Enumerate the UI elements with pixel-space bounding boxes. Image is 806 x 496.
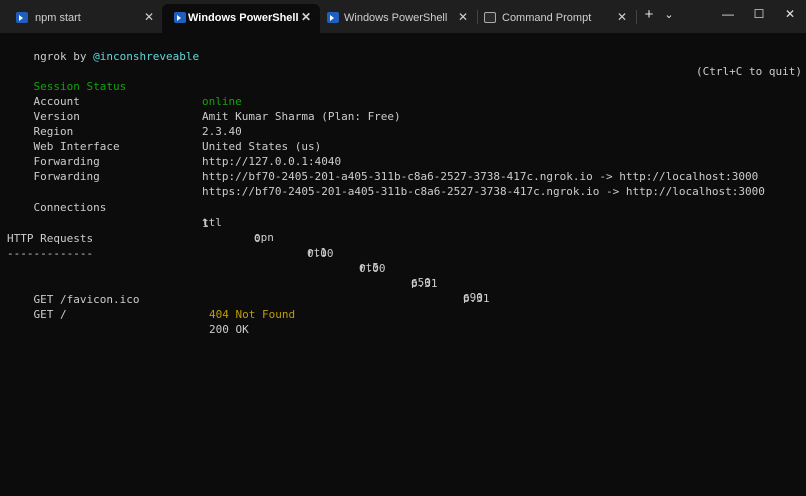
request-row: GET / 200 OK	[7, 292, 249, 336]
connections-value: 6.31	[463, 292, 490, 305]
chevron-down-icon[interactable]: ⌄	[660, 6, 678, 24]
field-value: http://bf70-2405-201-a405-311b-c8a6-2527…	[202, 170, 759, 183]
connections-value: 1	[202, 217, 209, 230]
tab-label: Windows PowerShell	[344, 12, 448, 24]
connections-value: 0.00	[307, 247, 334, 260]
tab-npm-start[interactable]: npm start ✕	[4, 4, 160, 33]
minimize-button[interactable]: —	[714, 4, 742, 24]
request-row: GET /favicon.ico 404 Not Found	[7, 277, 296, 321]
field-row: Session Status online	[7, 64, 242, 108]
http-requests-title: HTTP Requests	[7, 232, 94, 245]
terminal-output[interactable]: ngrok by @inconshreveable (Ctrl+C to qui…	[7, 33, 802, 493]
close-icon[interactable]: ✕	[456, 10, 470, 24]
connections-value: 6.31	[411, 277, 438, 290]
powershell-icon	[16, 12, 28, 23]
quit-hint: (Ctrl+C to quit)	[696, 65, 802, 78]
field-label: Forwarding	[33, 170, 100, 183]
field-row: Web Interface http://127.0.0.1:4040	[7, 124, 342, 168]
field-row: Account Amit Kumar Sharma (Plan: Free)	[7, 79, 401, 123]
close-icon[interactable]: ✕	[615, 10, 629, 24]
connections-values-row: 1 0 0.00 0.00 6.31 6.31	[7, 201, 607, 305]
tab-windows-powershell[interactable]: Windows PowerShell ✕	[322, 4, 476, 33]
field-value: online	[202, 95, 242, 108]
tab-label: Command Prompt	[502, 12, 592, 24]
tab-windows-powershell-active[interactable]: Windows PowerShell ✕	[162, 4, 320, 33]
tab-divider	[636, 10, 637, 24]
field-value: Amit Kumar Sharma (Plan: Free)	[202, 110, 401, 123]
field-value: http://127.0.0.1:4040	[202, 155, 342, 168]
field-row: Version 2.3.40	[7, 94, 242, 138]
ngrok-header: ngrok by @inconshreveable (Ctrl+C to qui…	[7, 34, 803, 78]
http-requests-rule: -------------	[7, 247, 94, 260]
field-row: Forwarding https://bf70-2405-201-a405-31…	[7, 154, 765, 198]
request-status: 200 OK	[209, 323, 249, 336]
close-icon[interactable]: ✕	[299, 10, 313, 24]
connections-header-row: Connections ttl opn rt1 rt5 p50 p90	[7, 185, 607, 304]
powershell-icon	[174, 12, 186, 23]
connections-value: 0.00	[359, 262, 386, 275]
field-row: Forwarding http://bf70-2405-201-a405-311…	[7, 139, 759, 183]
window-close-button[interactable]: ✕	[776, 4, 804, 24]
new-tab-button[interactable]: +	[640, 6, 658, 24]
field-value: United States (us)	[202, 140, 322, 153]
header-handle: @inconshreveable	[93, 50, 200, 63]
header-prefix: ngrok by	[33, 50, 94, 63]
connections-value: 0	[254, 232, 261, 245]
maximize-button[interactable]: ☐	[745, 4, 773, 24]
command-prompt-icon	[484, 12, 496, 23]
request-path: GET /	[33, 308, 67, 321]
field-value: 2.3.40	[202, 125, 242, 138]
tab-label: Windows PowerShell	[188, 12, 299, 24]
title-bar: npm start ✕ Windows PowerShell ✕ Windows…	[0, 0, 806, 33]
tab-divider	[477, 10, 478, 24]
field-row: Region United States (us)	[7, 109, 322, 153]
close-icon[interactable]: ✕	[142, 10, 156, 24]
tab-label: npm start	[35, 12, 81, 24]
powershell-icon	[327, 12, 339, 23]
request-status: 404 Not Found	[209, 308, 296, 321]
tab-command-prompt[interactable]: Command Prompt ✕	[479, 4, 635, 33]
